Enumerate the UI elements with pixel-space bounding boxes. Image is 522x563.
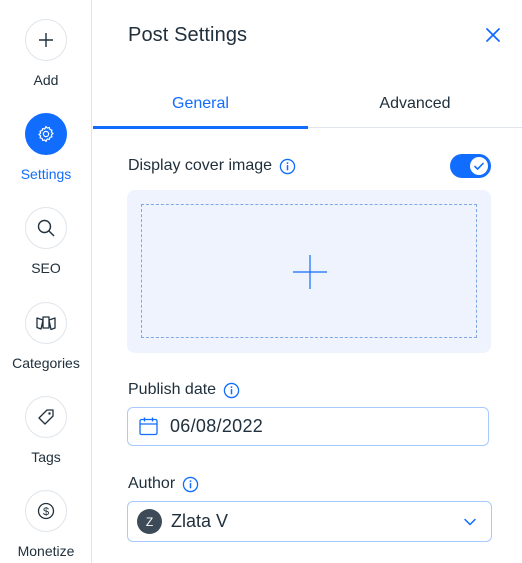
add-circle-button[interactable] (25, 19, 67, 61)
sidebar-item-monetize[interactable]: $ Monetize (0, 490, 92, 559)
categories-circle-button[interactable] (25, 302, 67, 344)
avatar-initial: Z (145, 514, 154, 529)
settings-tabs: General Advanced (93, 86, 522, 129)
monetize-circle-button[interactable]: $ (25, 490, 67, 532)
cover-image-toggle[interactable] (450, 154, 491, 178)
sidebar-item-label: Tags (31, 449, 61, 465)
active-tab-indicator (93, 126, 308, 129)
check-icon (474, 162, 484, 170)
sidebar-item-label: Categories (12, 355, 80, 371)
tab-general[interactable]: General (93, 86, 308, 129)
cover-image-label-row: Display cover image (128, 157, 296, 175)
tab-label: General (172, 95, 229, 112)
close-button[interactable] (483, 25, 503, 45)
author-name: Zlata V (171, 511, 229, 531)
plus-icon (293, 255, 327, 289)
categories-icon (36, 316, 56, 331)
author-dropdown[interactable]: Z Zlata V (127, 501, 492, 542)
seo-circle-button[interactable] (25, 207, 67, 249)
tag-icon (38, 409, 54, 425)
left-sidebar: Add Settings SEO Categories Tags $ Monet… (0, 0, 92, 563)
dollar-icon: $ (37, 502, 55, 520)
publish-date-input[interactable]: 06/08/2022 (127, 407, 489, 446)
sidebar-item-tags[interactable]: Tags (0, 396, 92, 465)
sidebar-item-label: SEO (31, 260, 61, 276)
avatar: Z (137, 509, 162, 534)
sidebar-item-categories[interactable]: Categories (0, 302, 92, 371)
publish-date-value: 06/08/2022 (170, 416, 264, 436)
author-label: Author (128, 475, 176, 492)
plus-icon (39, 33, 53, 47)
search-icon (37, 219, 55, 237)
gear-icon (38, 125, 54, 143)
tags-circle-button[interactable] (25, 396, 67, 438)
cover-image-area (127, 190, 491, 353)
sidebar-item-seo[interactable]: SEO (0, 207, 92, 276)
info-icon[interactable] (223, 382, 240, 399)
toggle-knob (470, 157, 488, 175)
calendar-icon[interactable] (138, 416, 159, 437)
sidebar-item-label: Settings (20, 166, 72, 182)
panel-title: Post Settings (128, 24, 248, 46)
chevron-down-icon (464, 518, 476, 526)
cover-image-label: Display cover image (128, 157, 273, 174)
svg-text:$: $ (43, 506, 49, 518)
close-icon (486, 28, 500, 42)
publish-date-label-row: Publish date (128, 381, 240, 399)
author-label-row: Author (128, 475, 199, 493)
info-icon[interactable] (182, 476, 199, 493)
sidebar-item-add[interactable]: Add (0, 19, 92, 88)
settings-circle-button[interactable] (25, 113, 67, 155)
sidebar-item-label: Monetize (17, 543, 75, 559)
cover-image-dropzone[interactable] (141, 204, 477, 338)
sidebar-item-label: Add (33, 72, 59, 88)
publish-date-label: Publish date (128, 381, 217, 398)
sidebar-item-settings[interactable]: Settings (0, 113, 92, 182)
info-icon[interactable] (279, 158, 296, 175)
tab-label: Advanced (379, 95, 451, 112)
tab-advanced[interactable]: Advanced (308, 86, 522, 128)
